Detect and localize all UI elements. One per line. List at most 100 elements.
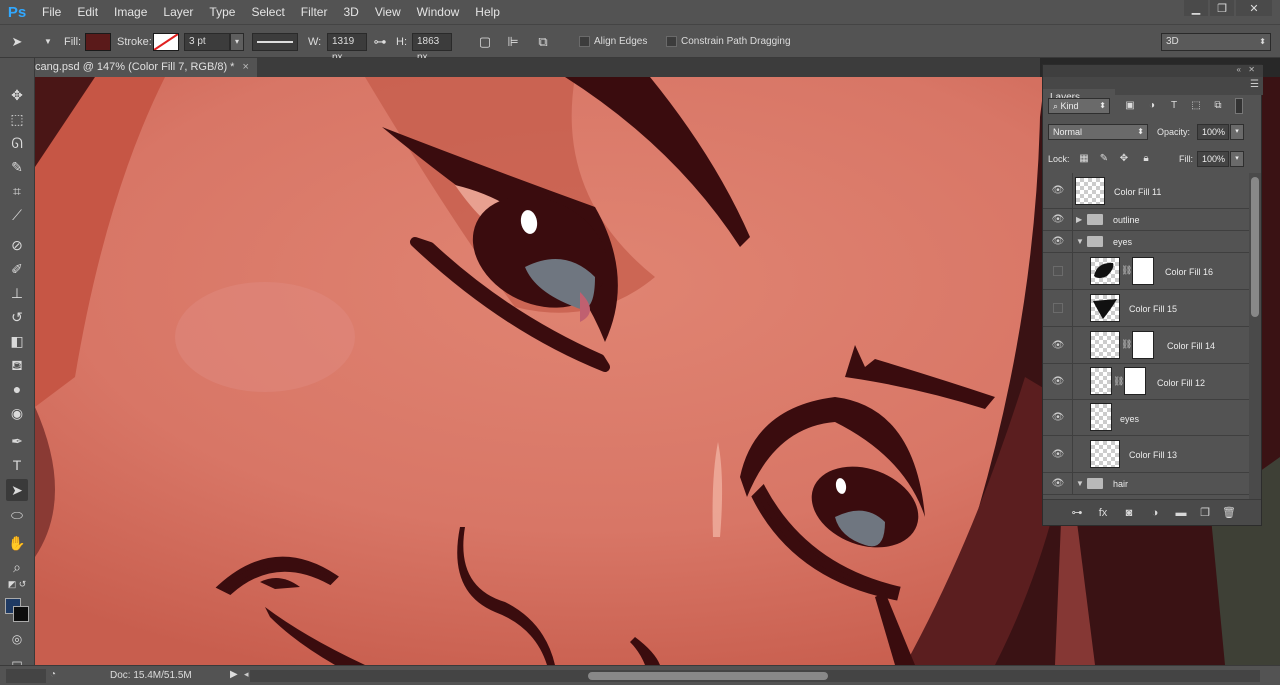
menu-edit[interactable]: Edit — [69, 0, 106, 24]
stroke-width-dropdown[interactable]: ▾ — [230, 33, 244, 51]
expand-arrow-icon[interactable]: ▶ — [1076, 215, 1082, 224]
width-field[interactable]: 1319 px — [327, 33, 367, 63]
link-layers-icon[interactable]: ⊶ — [1069, 505, 1085, 521]
scroll-left-arrow-icon[interactable]: ◂ — [244, 669, 249, 680]
layer-name[interactable]: Color Fill 12 — [1157, 378, 1205, 388]
status-info-icon[interactable]: ◔ — [50, 669, 56, 680]
menu-image[interactable]: Image — [106, 0, 155, 24]
move-tool-icon[interactable]: ✥ — [6, 84, 28, 106]
lock-position-icon[interactable]: ✥ — [1117, 152, 1131, 166]
menu-layer[interactable]: Layer — [155, 0, 201, 24]
add-mask-icon[interactable]: ◙ — [1121, 505, 1137, 521]
layers-scroll-thumb[interactable] — [1251, 177, 1259, 317]
crop-tool-icon[interactable]: ⌗ — [6, 180, 28, 202]
layer-row[interactable]: 👁︎ Color Fill 13 — [1043, 436, 1249, 473]
pen-tool-icon[interactable]: ✒ — [6, 430, 28, 452]
collapse-arrow-icon[interactable]: ▼ — [1076, 237, 1084, 246]
document-tab[interactable]: cang.psd @ 147% (Color Fill 7, RGB/8) * … — [35, 58, 257, 77]
horizontal-scroll-thumb[interactable] — [588, 672, 828, 680]
hand-tool-icon[interactable]: ✋ — [6, 532, 28, 554]
healing-brush-tool-icon[interactable]: ⊘ — [6, 234, 28, 256]
history-brush-tool-icon[interactable]: ↺ — [6, 306, 28, 328]
layer-row[interactable]: 👁︎ eyes — [1043, 400, 1249, 436]
layer-mask-thumbnail[interactable] — [1132, 257, 1154, 285]
visibility-eye-icon[interactable]: 👁︎ — [1051, 412, 1065, 424]
menu-select[interactable]: Select — [243, 0, 292, 24]
layer-name[interactable]: Color Fill 14 — [1167, 341, 1215, 351]
lock-image-icon[interactable]: ✎ — [1097, 152, 1111, 166]
visibility-eye-icon[interactable]: 👁︎ — [1051, 236, 1065, 248]
height-field[interactable]: 1863 px — [412, 33, 452, 63]
filter-smart-object-icon[interactable]: ⧉ — [1211, 99, 1225, 113]
horizontal-scrollbar[interactable]: ◂ — [244, 669, 1260, 682]
type-tool-icon[interactable]: T — [6, 454, 28, 476]
layer-name[interactable]: Color Fill 16 — [1165, 267, 1213, 277]
paint-bucket-tool-icon[interactable]: ⛾ — [6, 354, 28, 376]
fill-color-swatch[interactable] — [85, 33, 111, 51]
layer-row[interactable]: 👁︎ ⛓ Color Fill 14 — [1043, 327, 1249, 364]
path-selection-tool-button[interactable]: ➤ — [6, 479, 28, 501]
close-document-icon[interactable]: × — [242, 58, 248, 77]
menu-filter[interactable]: Filter — [293, 0, 336, 24]
eraser-tool-icon[interactable]: ◧ — [6, 330, 28, 352]
layer-name[interactable]: outline — [1113, 215, 1140, 225]
collapse-panel-icon[interactable]: « — [1237, 65, 1241, 74]
layer-mask-thumbnail[interactable] — [1132, 331, 1154, 359]
constrain-path-checkbox[interactable] — [666, 36, 677, 47]
layer-style-fx-icon[interactable]: fx — [1095, 505, 1111, 521]
layer-group-row[interactable]: 👁︎ ▼ eyes — [1043, 231, 1249, 253]
blend-mode-dropdown[interactable]: Normal ⬍ — [1048, 124, 1148, 140]
align-edges-checkbox[interactable] — [579, 36, 590, 47]
mask-link-icon[interactable]: ⛓ — [1121, 265, 1132, 276]
restore-button[interactable]: ❐ — [1210, 0, 1234, 16]
collapse-arrow-icon[interactable]: ▼ — [1076, 479, 1084, 488]
path-arrangement-icon[interactable]: ⧉ — [534, 33, 552, 51]
menu-help[interactable]: Help — [467, 0, 508, 24]
eyedropper-tool-icon[interactable]: ⟋ — [6, 204, 28, 226]
lock-transparent-icon[interactable]: ▦ — [1077, 152, 1091, 166]
layers-scrollbar[interactable] — [1249, 173, 1261, 499]
mask-link-icon[interactable]: ⛓ — [1113, 376, 1124, 387]
adjustment-layer-icon[interactable]: ◑ — [1147, 505, 1163, 521]
zoom-field[interactable] — [6, 669, 46, 683]
menu-file[interactable]: File — [34, 0, 69, 24]
workspace-dropdown[interactable]: 3D ⬍ — [1161, 33, 1271, 51]
tool-preset-dropdown-icon[interactable]: ▼ — [44, 34, 52, 50]
stroke-type-dropdown[interactable] — [252, 33, 298, 51]
layer-group-row[interactable]: 👁︎ ▼ hair — [1043, 473, 1249, 495]
layer-mask-thumbnail[interactable] — [1124, 367, 1146, 395]
brush-tool-icon[interactable]: ✐ — [6, 258, 28, 280]
blur-tool-icon[interactable]: ● — [6, 378, 28, 400]
path-alignment-icon[interactable]: ⊫ — [504, 33, 522, 51]
status-menu-arrow-icon[interactable]: ▶ — [230, 669, 238, 680]
dodge-tool-icon[interactable]: ◉ — [6, 402, 28, 424]
menu-view[interactable]: View — [367, 0, 409, 24]
filter-shape-icon[interactable]: ⬚ — [1189, 99, 1203, 113]
close-window-button[interactable]: ✕ — [1236, 0, 1272, 16]
visibility-eye-icon[interactable]: 👁︎ — [1051, 449, 1065, 461]
layer-row[interactable]: ⛓ Color Fill 16 — [1043, 253, 1249, 290]
filter-adjustment-icon[interactable]: ◑ — [1145, 99, 1159, 113]
opacity-field[interactable]: 100% — [1197, 124, 1229, 140]
path-selection-tool-icon[interactable]: ➤ — [8, 33, 26, 51]
lock-all-icon[interactable]: 🔒︎ — [1139, 152, 1153, 166]
lasso-tool-icon[interactable]: ᘏ — [6, 132, 28, 154]
filter-pixel-icon[interactable]: ▣ — [1123, 99, 1137, 113]
fill-field[interactable]: 100% — [1197, 151, 1229, 167]
layer-name[interactable]: hair — [1113, 479, 1128, 489]
filter-kind-dropdown[interactable]: ⌕ Kind ⬍ — [1048, 98, 1110, 114]
filter-toggle-icon[interactable] — [1235, 98, 1243, 114]
menu-3d[interactable]: 3D — [335, 0, 366, 24]
layer-name[interactable]: Color Fill 11 — [1114, 187, 1161, 197]
menu-type[interactable]: Type — [201, 0, 243, 24]
marquee-tool-icon[interactable]: ⬚ — [6, 108, 28, 130]
visibility-off-box[interactable] — [1053, 266, 1063, 276]
default-colors-icon[interactable]: ◩ ↺ — [6, 578, 28, 590]
visibility-eye-icon[interactable]: 👁︎ — [1051, 214, 1065, 226]
opacity-slider-button[interactable]: ▾ — [1230, 124, 1244, 140]
visibility-eye-icon[interactable]: 👁︎ — [1051, 478, 1065, 490]
background-color-swatch[interactable] — [13, 606, 29, 622]
zoom-tool-icon[interactable]: ⌕ — [6, 556, 28, 578]
visibility-eye-icon[interactable]: 👁︎ — [1051, 185, 1065, 197]
path-operations-icon[interactable]: ▢ — [476, 33, 494, 51]
